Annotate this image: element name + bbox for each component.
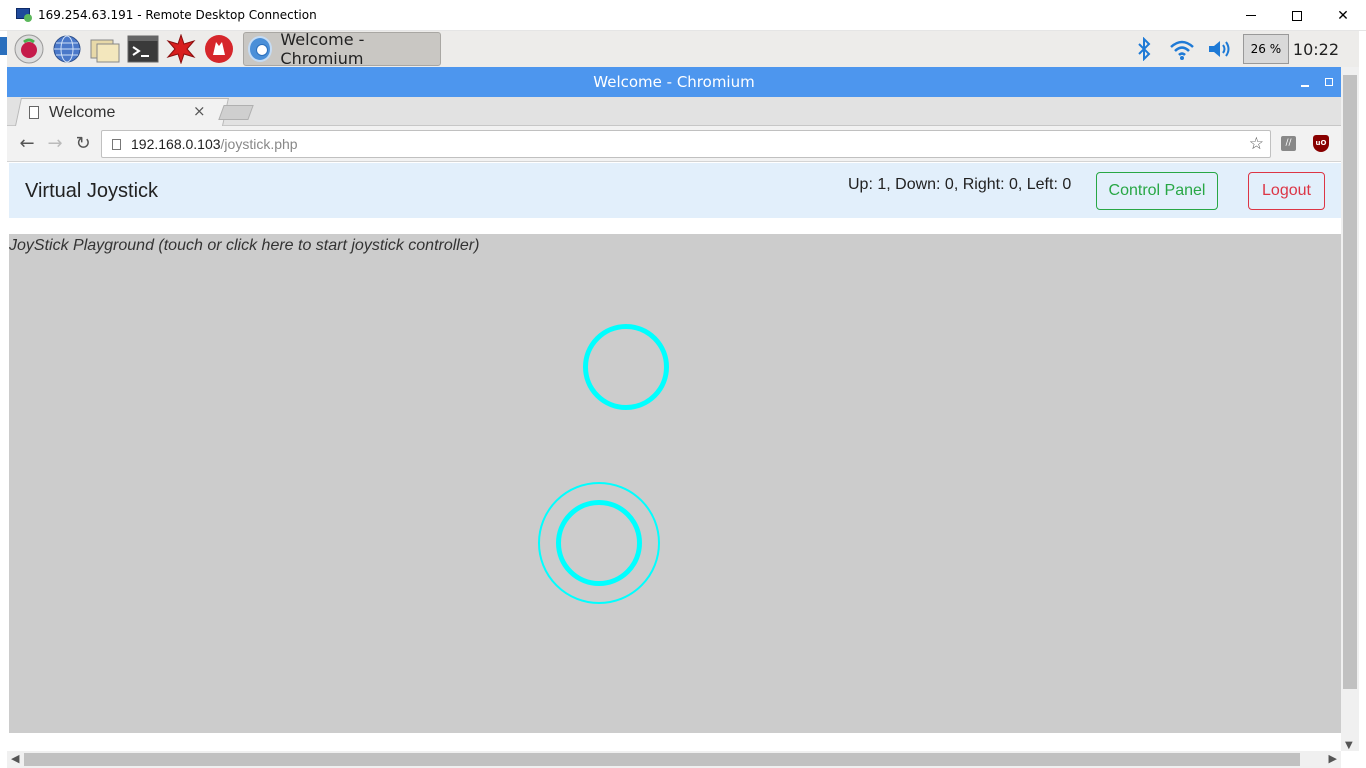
joystick-base-inner — [556, 500, 642, 586]
cpu-monitor[interactable]: 26 % — [1242, 34, 1289, 64]
left-edge — [0, 31, 7, 768]
minimize-icon — [1301, 84, 1309, 87]
joystick-playground[interactable]: JoyStick Playground (touch or click here… — [9, 234, 1341, 733]
forward-button[interactable]: → — [41, 130, 69, 158]
horizontal-scrollbar[interactable]: ◀ ▶ — [7, 751, 1341, 768]
reload-icon: ↻ — [75, 133, 91, 154]
address-bar[interactable]: 192.168.0.103/joystick.php ☆ — [101, 130, 1271, 158]
joystick-status: Up: 1, Down: 0, Right: 0, Left: 0 — [848, 176, 1072, 193]
volume-icon[interactable] — [1207, 36, 1233, 62]
url-host: 192.168.0.103 — [131, 136, 221, 152]
taskbar-task-label: Welcome - Chromium — [280, 30, 365, 68]
scroll-right-icon[interactable]: ▶ — [1329, 752, 1337, 765]
close-button[interactable]: ✕ — [1320, 0, 1366, 31]
reload-button[interactable]: ↻ — [69, 130, 97, 158]
control-panel-button[interactable]: Control Panel — [1096, 172, 1218, 210]
navbar-brand[interactable]: Virtual Joystick — [25, 180, 158, 203]
taskbar-task-chromium[interactable]: Welcome - Chromium — [243, 30, 441, 68]
tab-welcome-content: Welcome — [29, 99, 219, 126]
web-browser-icon[interactable] — [51, 33, 83, 65]
tab-close-icon[interactable]: × — [193, 102, 206, 120]
taskbar: Welcome - Chromium 26 % 10:22 — [7, 30, 1359, 68]
clock[interactable]: 10:22 — [1293, 40, 1339, 59]
joystick-stick[interactable] — [583, 324, 669, 410]
page-info-icon[interactable] — [112, 138, 121, 150]
playground-text: JoyStick Playground (touch or click here… — [9, 237, 480, 254]
scroll-left-icon[interactable]: ◀ — [11, 752, 19, 765]
rdp-window-title: 169.254.63.191 - Remote Desktop Connecti… — [38, 8, 317, 22]
chromium-window-title: Welcome - Chromium — [593, 73, 755, 91]
back-button[interactable]: ← — [13, 130, 41, 158]
url-path: /joystick.php — [220, 136, 298, 152]
chromium-window-controls — [1293, 67, 1341, 97]
page-content: Virtual Joystick Up: 1, Down: 0, Right: … — [9, 163, 1341, 751]
terminal-icon[interactable] — [127, 33, 159, 65]
close-icon: ✕ — [1337, 7, 1349, 24]
ublock-icon[interactable]: uO — [1313, 135, 1329, 152]
file-manager-icon[interactable] — [89, 33, 121, 65]
page-icon — [29, 106, 39, 119]
extension-icon[interactable]: // — [1281, 136, 1296, 151]
back-arrow-icon: ← — [19, 133, 35, 154]
maximize-icon — [1292, 10, 1302, 21]
vertical-scrollbar[interactable]: ▼ — [1341, 67, 1359, 751]
maximize-icon — [1325, 77, 1333, 86]
raspberry-menu-icon[interactable] — [13, 33, 45, 65]
browser-toolbar: ← → ↻ 192.168.0.103/joystick.php ☆ // uO — [7, 126, 1341, 162]
chromium-minimize-button[interactable] — [1293, 75, 1317, 90]
maximize-button[interactable] — [1274, 0, 1320, 31]
rdp-titlebar: 169.254.63.191 - Remote Desktop Connecti… — [0, 0, 1366, 31]
forward-arrow-icon: → — [47, 133, 63, 154]
system-tray: 26 % 10:22 — [1119, 31, 1339, 67]
tab-label: Welcome — [49, 103, 116, 121]
chromium-icon — [248, 36, 273, 62]
remote-desktop-icon — [16, 8, 32, 22]
bookmark-star-icon[interactable]: ☆ — [1249, 134, 1264, 154]
tab-strip: Welcome × — [7, 97, 1341, 126]
logout-button[interactable]: Logout — [1248, 172, 1325, 210]
bluetooth-icon[interactable] — [1131, 36, 1157, 62]
new-tab-button[interactable] — [218, 105, 254, 120]
chromium-titlebar: Welcome - Chromium — [7, 67, 1341, 97]
wolfram-icon[interactable] — [203, 33, 235, 65]
vertical-scroll-thumb[interactable] — [1343, 75, 1357, 689]
right-edge — [1359, 31, 1366, 768]
wifi-icon[interactable] — [1169, 36, 1195, 62]
mathematica-icon[interactable] — [165, 33, 197, 65]
navbar: Virtual Joystick Up: 1, Down: 0, Right: … — [9, 163, 1341, 218]
rdp-window-controls: ✕ — [1228, 0, 1366, 31]
scroll-down-icon[interactable]: ▼ — [1345, 740, 1353, 751]
minimize-icon — [1246, 15, 1256, 16]
horizontal-scroll-thumb[interactable] — [24, 753, 1300, 766]
minimize-button[interactable] — [1228, 0, 1274, 31]
chromium-maximize-button[interactable] — [1317, 76, 1341, 89]
